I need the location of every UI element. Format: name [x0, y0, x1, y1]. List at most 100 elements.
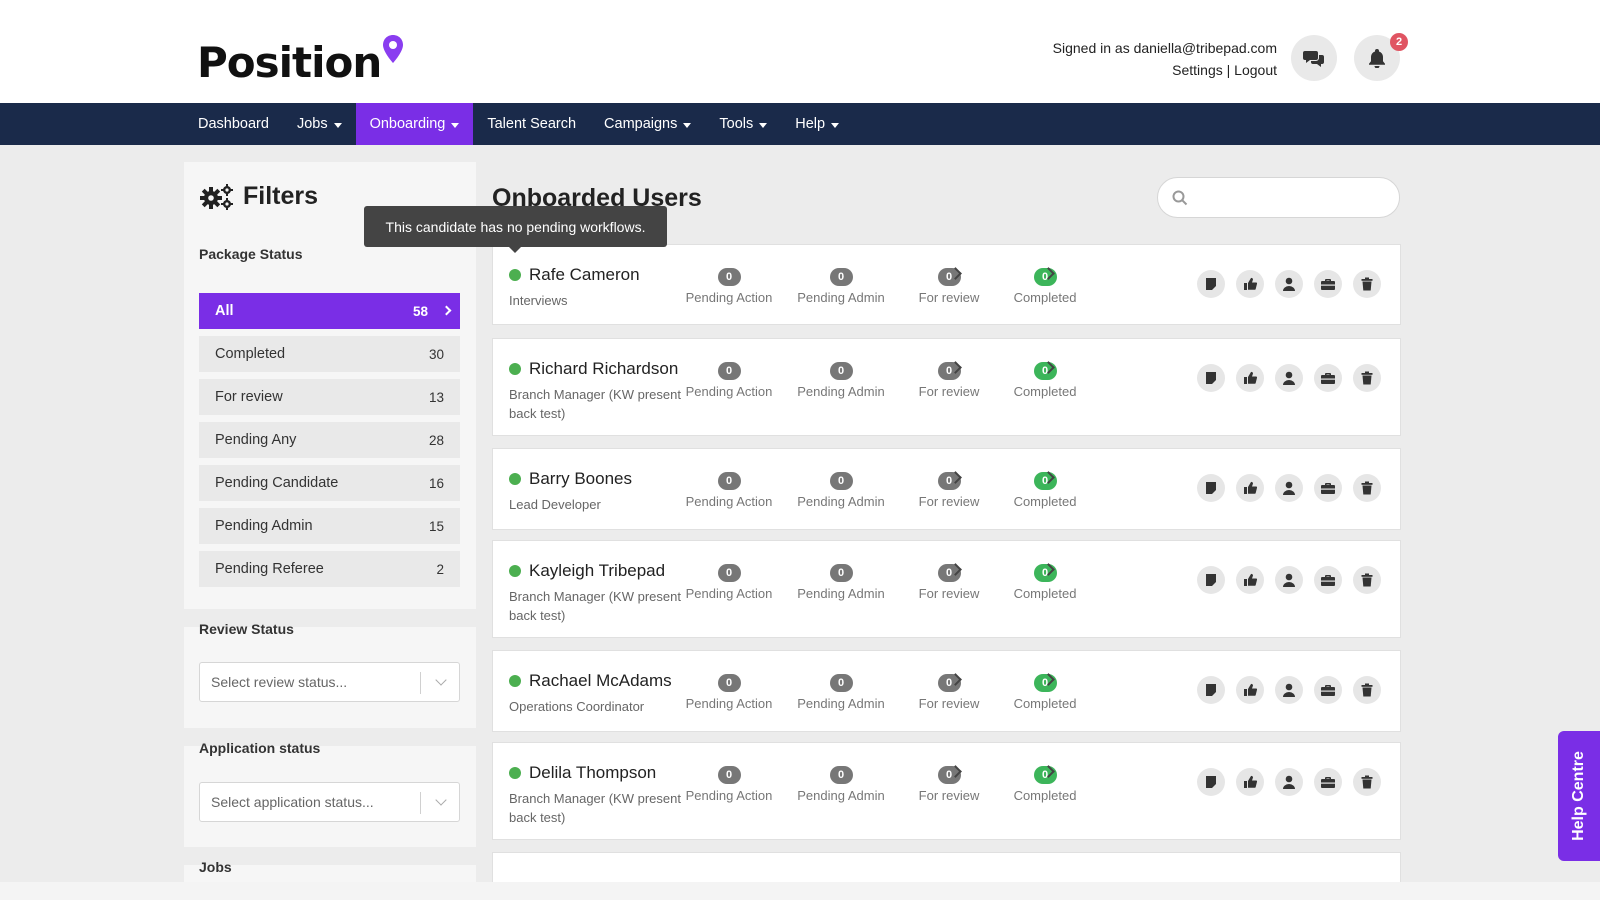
job-button[interactable] [1314, 566, 1342, 594]
metric-pending-admin[interactable]: 0 Pending Admin [791, 674, 891, 711]
metric-pending-admin[interactable]: 0 Pending Admin [791, 472, 891, 509]
user-card[interactable]: Rafe Cameron Interviews 0 Pending Action 0 Pe… [492, 244, 1401, 325]
person-icon [1283, 371, 1295, 385]
user-name-text: Richard Richardson [529, 359, 679, 378]
chevron-down-icon [435, 794, 447, 806]
profile-button[interactable] [1275, 676, 1303, 704]
metric-pending-action[interactable]: 0 Pending Action [679, 674, 779, 711]
notes-button[interactable] [1197, 474, 1225, 502]
user-name[interactable]: Rachael McAdams [509, 671, 672, 691]
job-button[interactable] [1314, 474, 1342, 502]
nav-tools[interactable]: Tools [705, 103, 781, 145]
user-card[interactable]: Delila Thompson Branch Manager (KW presen… [492, 742, 1401, 840]
nav-onboarding[interactable]: Onboarding [355, 103, 474, 145]
status-completed[interactable]: Completed 30 [199, 336, 460, 372]
approve-button[interactable] [1236, 566, 1264, 594]
delete-button[interactable] [1353, 566, 1381, 594]
delete-button[interactable] [1353, 474, 1381, 502]
metric-pending-admin[interactable]: 0 Pending Admin [791, 362, 891, 399]
job-button[interactable] [1314, 364, 1342, 392]
metric-pending-action[interactable]: 0 Pending Action [679, 472, 779, 509]
status-pending-referee[interactable]: Pending Referee 2 [199, 551, 460, 587]
approve-button[interactable] [1236, 768, 1264, 796]
status-pending-admin[interactable]: Pending Admin 15 [199, 508, 460, 544]
metric-label: Pending Admin [797, 788, 885, 803]
nav-label: Dashboard [198, 116, 269, 132]
status-count: 58 [412, 303, 428, 319]
job-button[interactable] [1314, 676, 1342, 704]
notes-button[interactable] [1197, 364, 1225, 392]
approve-button[interactable] [1236, 474, 1264, 502]
nav-talent-search[interactable]: Talent Search [473, 103, 590, 145]
user-name-text: Delila Thompson [529, 763, 657, 782]
user-name[interactable]: Richard Richardson [509, 359, 678, 379]
nav-dashboard[interactable]: Dashboard [184, 103, 283, 145]
status-all[interactable]: All 58 [199, 293, 460, 329]
nav-campaigns[interactable]: Campaigns [590, 103, 705, 145]
user-name[interactable]: Rafe Cameron [509, 265, 640, 285]
application-status-select[interactable]: Select application status... [199, 782, 460, 822]
notes-button[interactable] [1197, 768, 1225, 796]
user-card[interactable]: Kayleigh Tribepad Branch Manager (KW pres… [492, 540, 1401, 638]
messages-button[interactable] [1291, 35, 1337, 81]
settings-link[interactable]: Settings [1172, 62, 1223, 78]
delete-button[interactable] [1353, 768, 1381, 796]
metric-pending-admin[interactable]: 0 Pending Admin [791, 766, 891, 803]
caret-down-icon [333, 122, 342, 128]
profile-button[interactable] [1275, 566, 1303, 594]
select-placeholder: Select application status... [211, 794, 374, 810]
approve-button[interactable] [1236, 270, 1264, 298]
metric-pending-action[interactable]: 0 Pending Action [679, 362, 779, 399]
profile-button[interactable] [1275, 768, 1303, 796]
status-for-review[interactable]: For review 13 [199, 379, 460, 415]
user-name[interactable]: Barry Boones [509, 469, 632, 489]
status-pending-any[interactable]: Pending Any 28 [199, 422, 460, 458]
notes-button[interactable] [1197, 270, 1225, 298]
notes-button[interactable] [1197, 676, 1225, 704]
metric-pending-admin[interactable]: 0 Pending Admin [791, 268, 891, 305]
metric-pending-admin[interactable]: 0 Pending Admin [791, 564, 891, 601]
metric-count: 0 [829, 674, 853, 692]
profile-button[interactable] [1275, 364, 1303, 392]
user-name[interactable]: Kayleigh Tribepad [509, 561, 665, 581]
notes-button[interactable] [1197, 566, 1225, 594]
profile-button[interactable] [1275, 474, 1303, 502]
trash-icon [1361, 573, 1373, 587]
trash-icon [1361, 683, 1373, 697]
status-count: 30 [428, 346, 444, 362]
select-separator [420, 792, 421, 814]
job-button[interactable] [1314, 270, 1342, 298]
metric-pending-action[interactable]: 0 Pending Action [679, 564, 779, 601]
approve-button[interactable] [1236, 364, 1264, 392]
search-input[interactable] [1157, 177, 1400, 218]
card-actions [1197, 768, 1381, 796]
review-status-select[interactable]: Select review status... [199, 662, 460, 702]
delete-button[interactable] [1353, 676, 1381, 704]
user-card[interactable]: Barry Boones Lead Developer 0 Pending Actio… [492, 448, 1401, 530]
metric-label: Pending Action [685, 290, 773, 305]
position-logo[interactable]: Position [197, 35, 404, 87]
profile-button[interactable] [1275, 270, 1303, 298]
logout-link[interactable]: Logout [1234, 62, 1277, 78]
metric-pending-action[interactable]: 0 Pending Action [679, 268, 779, 305]
metric-label: Completed [1013, 494, 1077, 509]
nav-help[interactable]: Help [781, 103, 853, 145]
person-icon [1283, 573, 1295, 587]
user-card[interactable]: Richard Richardson Branch Manager (KW pre… [492, 338, 1401, 436]
metric-pending-action[interactable]: 0 Pending Action [679, 766, 779, 803]
approve-button[interactable] [1236, 676, 1264, 704]
delete-button[interactable] [1353, 270, 1381, 298]
status-count: 2 [436, 561, 444, 577]
select-placeholder: Select review status... [211, 674, 348, 690]
status-pending-candidate[interactable]: Pending Candidate 16 [199, 465, 460, 501]
trash-icon [1361, 481, 1373, 495]
nav-jobs[interactable]: Jobs [283, 103, 356, 145]
metric-label: Completed [1013, 290, 1077, 305]
job-button[interactable] [1314, 768, 1342, 796]
user-name[interactable]: Delila Thompson [509, 763, 656, 783]
help-centre-button[interactable]: Help Centre [1558, 731, 1600, 861]
user-card[interactable]: Rachael McAdams Operations Coordinator 0 Pe… [492, 650, 1401, 732]
delete-button[interactable] [1353, 364, 1381, 392]
status-dot [509, 363, 521, 375]
link-separator: | [1226, 62, 1231, 78]
